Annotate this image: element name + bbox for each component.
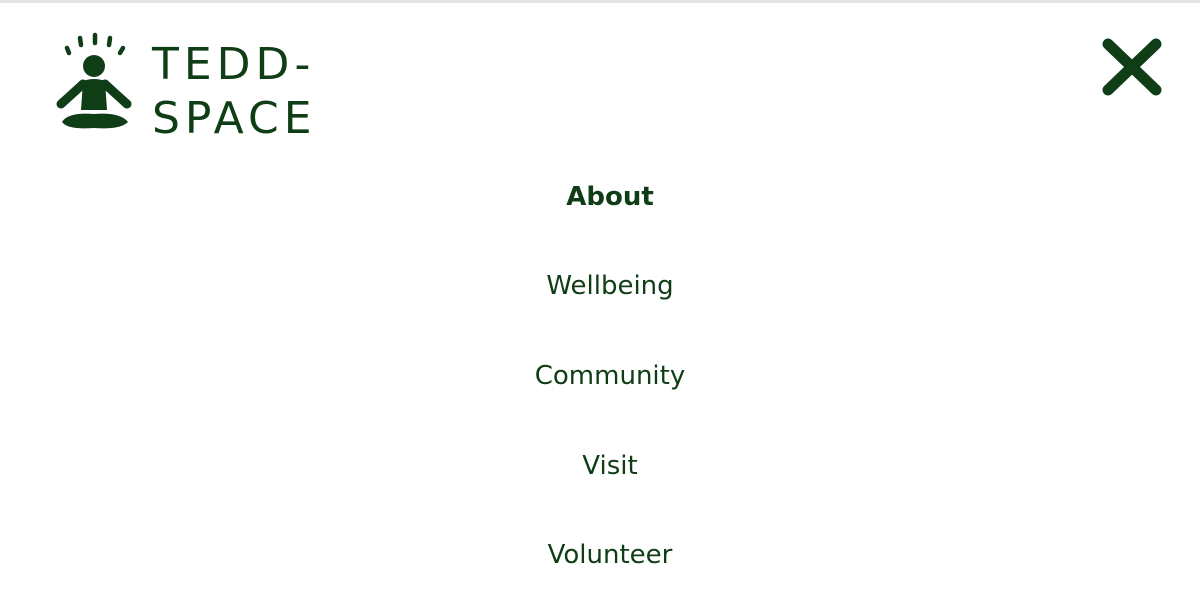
menu-item-community[interactable]: Community	[0, 360, 1200, 392]
menu-item-visit[interactable]: Visit	[0, 450, 1200, 482]
menu-item-wellbeing[interactable]: Wellbeing	[0, 270, 1200, 302]
menu-item-about[interactable]: About	[0, 181, 1200, 213]
main-menu: About Wellbeing Community Visit Voluntee…	[0, 0, 1200, 600]
menu-item-volunteer[interactable]: Volunteer	[0, 539, 1200, 571]
